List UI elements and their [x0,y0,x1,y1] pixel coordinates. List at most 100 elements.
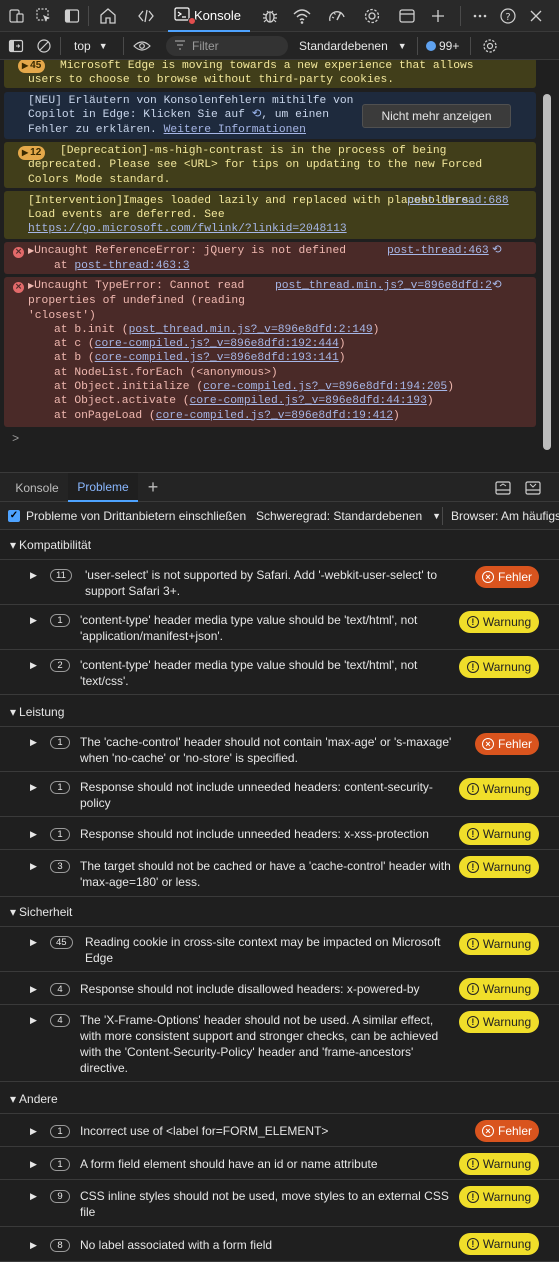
help-icon[interactable]: ? [497,0,519,32]
issue-row[interactable]: ▶ 2 'content-type' header media type value… [0,650,559,695]
warning-severity-badge: ! Warnung [459,978,539,1000]
stack-frame-link[interactable]: core-compiled.js?_v=896e8dfd:19:412 [156,410,393,422]
issue-row[interactable]: ▶ 1 Response should not include unneeded h… [0,772,559,817]
issue-category-andere[interactable]: ▾ Andere [0,1084,559,1114]
issue-row[interactable]: ▶ 11 'user-select' is not supported by Saf… [0,560,559,605]
tab-issues[interactable]: Probleme [68,473,138,502]
issue-row[interactable]: ▶ 1 'content-type' header media type value… [0,605,559,650]
issue-row[interactable]: ▶ 1 The 'cache-control' header should not … [0,727,559,772]
add-drawer-tab-icon[interactable]: + [142,473,164,502]
stack-frame-link[interactable]: core-compiled.js?_v=896e8dfd:193:141 [95,352,339,364]
settings-gear-panel-icon[interactable] [360,0,384,32]
tab-console[interactable]: Konsole [168,0,250,32]
dock-drawer-icon[interactable] [492,473,514,502]
expand-triangle-icon[interactable]: ▶ [30,861,37,872]
clear-console-icon[interactable] [33,30,55,62]
tab-console-drawer[interactable]: Konsole [8,473,66,502]
severity-dropdown[interactable]: Schweregrad: Standardebenen ▼ [256,509,441,523]
issue-category-sicherheit[interactable]: ▾ Sicherheit [0,897,559,927]
divider [417,37,418,55]
divider [442,507,443,525]
issue-row[interactable]: ▶ 3 The target should not be cached or hav… [0,850,559,897]
network-icon[interactable] [290,0,314,32]
issue-row[interactable]: ▶ 1 A form field element should have an id… [0,1147,559,1180]
issue-category-leistung[interactable]: ▾ Leistung [0,697,559,727]
source-link[interactable]: post_thread.min.js?_v=896e8dfd:2 [275,279,492,293]
learn-more-link[interactable]: Weitere Informationen [164,124,306,136]
expand-triangle-icon[interactable]: ▶ [30,1240,37,1251]
sidebar-toggle-icon[interactable] [5,30,27,62]
collapse-triangle-icon[interactable]: ▾ [10,1092,16,1106]
console-scrollbar-thumb[interactable] [543,94,551,450]
expand-triangle-icon[interactable]: ▶ [30,570,37,581]
expand-triangle-icon[interactable]: ▶ [30,615,37,626]
console-settings-gear-icon[interactable] [479,30,501,62]
dock-icon[interactable] [61,0,83,32]
stack-frame-link[interactable]: core-compiled.js?_v=896e8dfd:44:193 [190,395,427,407]
collapse-triangle-icon[interactable]: ▾ [10,538,16,552]
expand-triangle-icon[interactable]: ▶ [30,1126,37,1137]
performance-icon[interactable] [325,0,349,32]
issue-row[interactable]: ▶ 1 Incorrect use of <label for=FORM_ELEME… [0,1114,559,1147]
log-levels-dropdown[interactable]: Standardebenen ▼ [299,32,407,60]
issue-row[interactable]: ▶ 8 No label associated with a form field!… [0,1227,559,1262]
stack-frame-link[interactable]: post_thread.min.js?_v=896e8dfd:2:149 [129,324,373,336]
expand-triangle-icon[interactable]: ▶ [30,1191,37,1202]
third-party-checkbox[interactable]: ✓ [8,510,20,522]
expand-triangle-icon[interactable]: ▶ [30,1015,37,1026]
expand-triangle-icon[interactable]: ▶ [30,660,37,671]
expand-triangle-icon[interactable]: ▶ [30,937,37,948]
console-prompt[interactable]: > [12,432,19,446]
expand-triangle-icon[interactable]: ▶ [30,782,37,793]
intervention-message: [Intervention]Images loaded lazily and r… [4,191,536,239]
error-circle-icon: × [481,1125,494,1137]
dont-show-again-button[interactable]: Nicht mehr anzeigen [362,104,511,128]
filter-input[interactable]: Filter [166,36,288,56]
close-icon[interactable] [525,0,547,32]
issue-text-line: Response should not include unneeded hea… [80,827,429,841]
issue-row[interactable]: ▶ 1 Response should not include unneeded h… [0,817,559,850]
error-icon: × [13,282,24,293]
issues-counter[interactable]: 99+ [426,32,459,60]
stack-frame-link[interactable]: core-compiled.js?_v=896e8dfd:194:205 [203,381,447,393]
expand-triangle-icon[interactable]: ▶ [30,737,37,748]
source-link[interactable]: post-thread:688 [407,194,509,208]
collapse-triangle-icon[interactable]: ▾ [10,905,16,919]
browser-dropdown[interactable]: Browser: Am häufigsten [451,509,559,523]
issue-description: Incorrect use of <label for=FORM_ELEMENT… [80,1123,328,1139]
collapse-triangle-icon[interactable]: ▾ [10,705,16,719]
stack-link[interactable]: post-thread:463:3 [74,260,189,272]
warning-circle-icon: ! [466,616,479,628]
copilot-explain-icon[interactable]: ⟲ [492,279,501,293]
copilot-explain-icon[interactable]: ⟲ [492,244,501,258]
issue-row[interactable]: ▶ 4 Response should not include disallowed… [0,972,559,1005]
bug-icon[interactable] [258,0,282,32]
expand-triangle-icon[interactable]: ▶ [30,829,37,840]
source-link[interactable]: post-thread:463 [387,244,489,258]
issue-category-label: Leistung [19,704,65,719]
issue-category-kompat[interactable]: ▾ Kompatibilität [0,530,559,560]
issue-row[interactable]: ▶ 45 Reading cookie in cross-site context … [0,927,559,972]
eye-icon[interactable] [131,30,153,62]
elements-icon[interactable] [134,0,158,32]
expand-triangle-icon[interactable]: ▶ [30,984,37,995]
drawer-tabs: Konsole Probleme + [0,472,559,502]
divider [123,37,124,55]
issue-text-line: The target should not be cached or have … [80,859,451,873]
issue-description: 'user-select' is not supported by Safari… [85,567,437,599]
issue-row[interactable]: ▶ 4 The 'X-Frame-Options' header should no… [0,1005,559,1082]
close-drawer-icon[interactable] [522,473,544,502]
expand-triangle-icon[interactable]: ▶ [30,1159,37,1170]
device-emulation-icon[interactable] [6,0,28,32]
add-tab-icon[interactable] [427,0,449,32]
message-text: [Deprecation]-ms-high-contrast is in the… [28,145,483,186]
context-selector[interactable]: top ▼ [74,32,108,60]
home-icon[interactable] [96,0,120,32]
intervention-url-link[interactable]: https://go.microsoft.com/fwlink/?linkid=… [28,222,347,236]
inspect-element-icon[interactable] [33,0,55,32]
severity-label: Warnung [482,937,532,951]
more-icon[interactable] [469,0,491,32]
stack-frame-link[interactable]: core-compiled.js?_v=896e8dfd:192:444 [95,338,339,350]
issue-row[interactable]: ▶ 9 CSS inline styles should not be used, … [0,1180,559,1227]
application-icon[interactable] [395,0,419,32]
